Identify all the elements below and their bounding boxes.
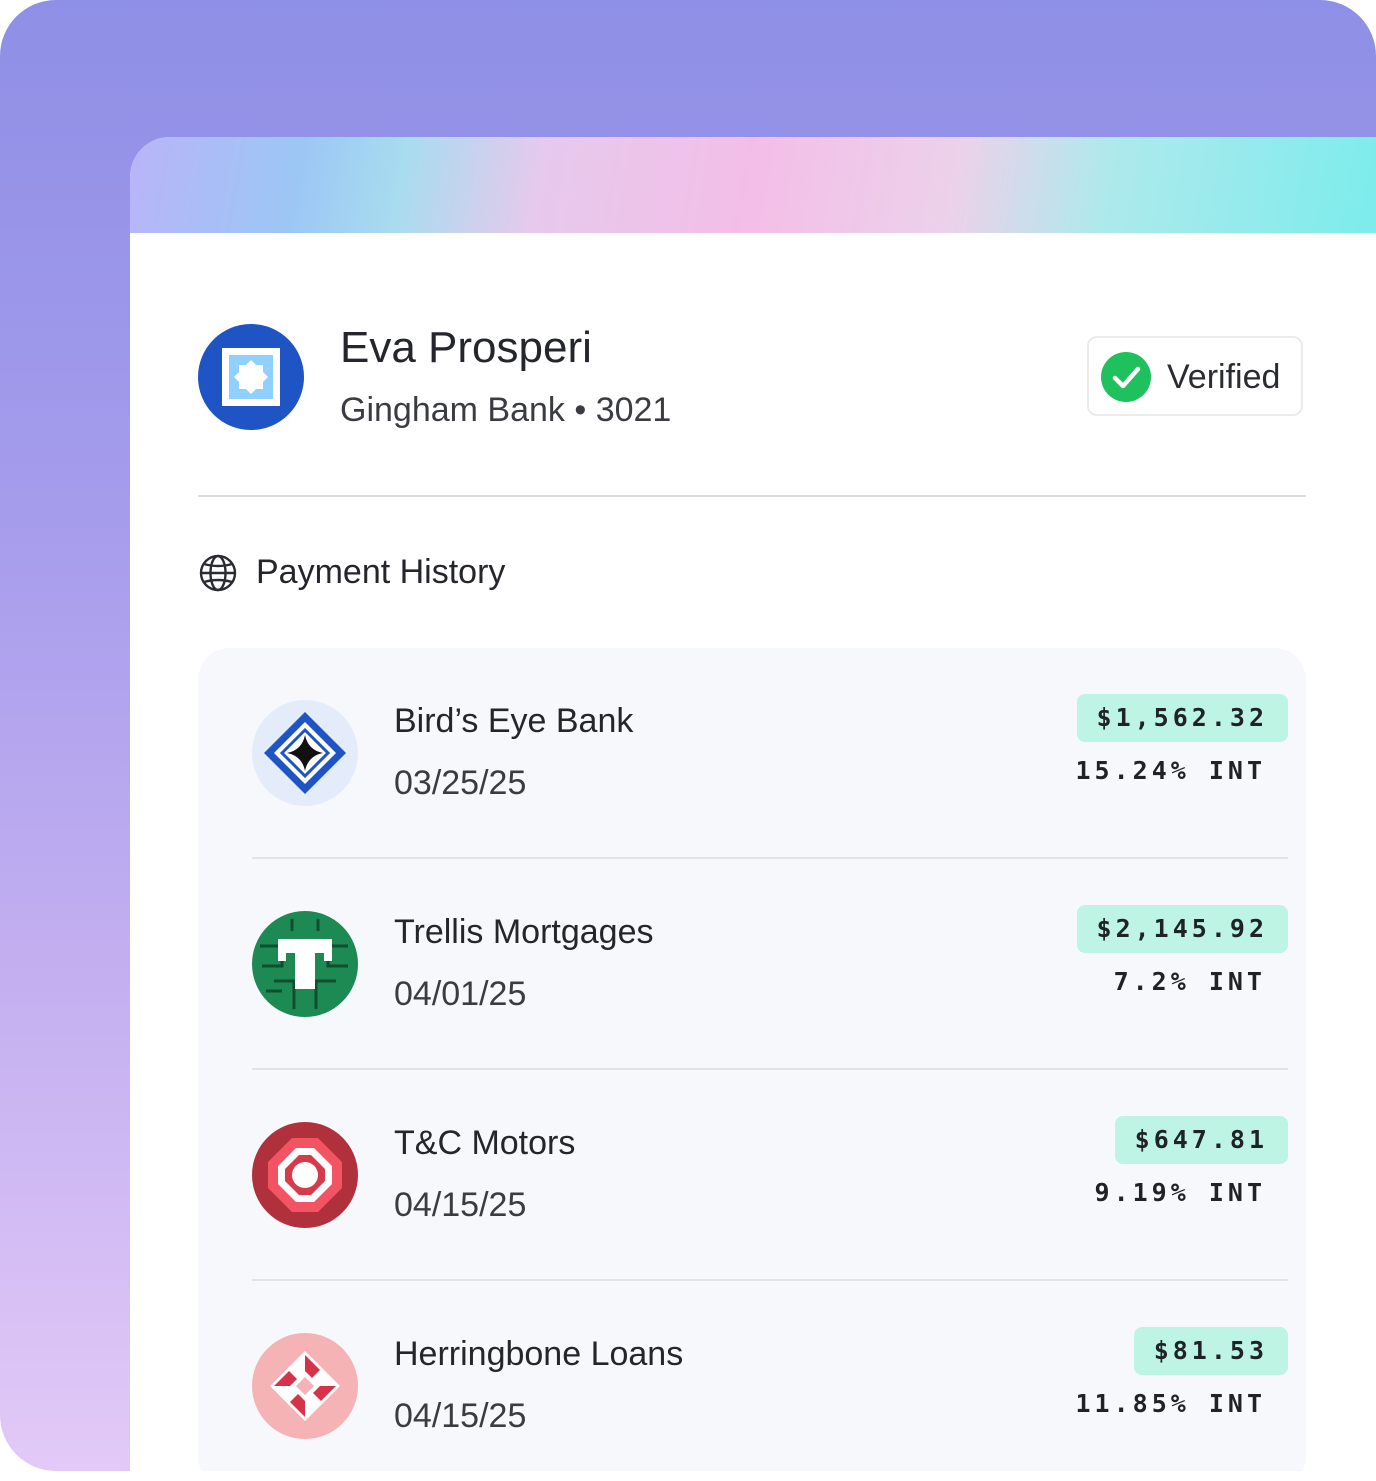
interest-rate: 11.85% INT [1075, 1389, 1266, 1418]
verified-label: Verified [1167, 358, 1281, 396]
header-divider [198, 495, 1306, 497]
interest-rate: 9.19% INT [1094, 1178, 1266, 1207]
payment-date: 04/15/25 [394, 1186, 527, 1224]
verified-badge: Verified [1087, 336, 1303, 416]
payment-date: 03/25/25 [394, 764, 527, 802]
globe-icon [198, 553, 238, 593]
interest-rate: 15.24% INT [1075, 756, 1266, 785]
lender-name: Bird’s Eye Bank [394, 702, 634, 740]
account-card: Eva Prosperi Gingham Bank • 3021 Verifie… [130, 137, 1376, 1471]
herringbone-loans-logo-icon [252, 1333, 358, 1439]
tc-motors-logo-icon [252, 1122, 358, 1228]
lender-name: Herringbone Loans [394, 1335, 684, 1373]
check-circle-icon [1101, 352, 1151, 402]
list-item[interactable]: T&C Motors 04/15/25 $647.81 9.19% INT [198, 1070, 1306, 1281]
lender-name: Trellis Mortgages [394, 913, 654, 951]
gingham-bank-logo-icon [198, 324, 304, 430]
birds-eye-bank-logo-icon [252, 700, 358, 806]
account-holder-name: Eva Prosperi [340, 323, 592, 372]
payment-amount-badge: $2,145.92 [1076, 905, 1288, 953]
payment-date: 04/15/25 [394, 1397, 527, 1435]
payment-amount-badge: $1,562.32 [1076, 694, 1288, 742]
payment-amount-badge: $647.81 [1114, 1116, 1288, 1164]
payment-amount-badge: $81.53 [1133, 1327, 1288, 1375]
payment-history-list: Bird’s Eye Bank 03/25/25 $1,562.32 15.24… [198, 648, 1306, 1471]
gradient-banner [130, 137, 1376, 233]
trellis-mortgages-logo-icon [252, 911, 358, 1017]
list-item[interactable]: Trellis Mortgages 04/01/25 $2,145.92 7.2… [198, 859, 1306, 1070]
background-frame: Eva Prosperi Gingham Bank • 3021 Verifie… [0, 0, 1376, 1471]
payment-date: 04/01/25 [394, 975, 527, 1013]
list-item[interactable]: Herringbone Loans 04/15/25 $81.53 11.85%… [198, 1281, 1306, 1471]
lender-name: T&C Motors [394, 1124, 576, 1162]
section-title: Payment History [256, 553, 506, 591]
list-item[interactable]: Bird’s Eye Bank 03/25/25 $1,562.32 15.24… [198, 648, 1306, 859]
bank-account-line: Gingham Bank • 3021 [340, 391, 672, 429]
interest-rate: 7.2% INT [1113, 967, 1266, 996]
